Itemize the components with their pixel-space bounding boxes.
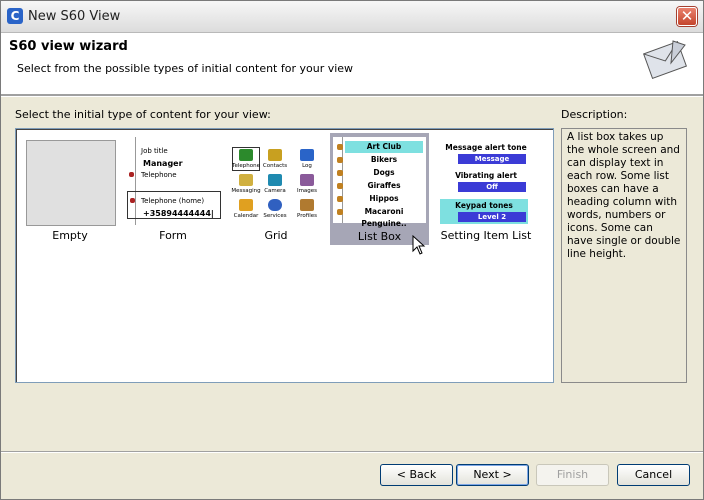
carbide-app-icon: C	[7, 8, 23, 24]
contacts-icon	[268, 149, 282, 161]
setting-value: Level 2	[458, 212, 526, 222]
wizard-window: C New S60 View ✕ S60 view wizard Select …	[0, 0, 704, 500]
listbox-row: Hippos	[369, 194, 399, 203]
wizard-subtitle: Select from the possible types of initia…	[17, 62, 354, 75]
form-number: +35894444444|	[143, 209, 214, 218]
grid-label: Telephone	[232, 163, 260, 169]
phone-icon	[130, 198, 135, 203]
form-job-title: Job title	[141, 147, 168, 155]
services-icon	[268, 199, 282, 211]
listbox-preview: Art Club Bikers Dogs Giraffes Hippos Mac…	[333, 137, 426, 228]
setting-value: Off	[458, 182, 526, 192]
setting-name: Keypad tones	[455, 201, 513, 210]
back-button[interactable]: < Back	[380, 464, 453, 486]
setting-item: Vibrating alert Off	[442, 171, 530, 192]
list-bullet-icon	[337, 209, 343, 215]
select-label: Select the initial type of content for y…	[15, 108, 271, 121]
empty-preview	[22, 137, 118, 227]
grid-label: Calendar	[233, 213, 259, 219]
setting-name: Vibrating alert	[455, 171, 517, 180]
listbox-row: Art Club	[345, 141, 423, 153]
envelope-wizard-icon	[643, 40, 688, 80]
setting-value: Message	[458, 154, 526, 164]
grid-preview: Telephone Contacts Log Messaging Camera …	[228, 137, 324, 227]
list-bullet-icon	[337, 157, 343, 163]
option-label: Grid	[264, 229, 288, 242]
option-list-box[interactable]: Art Club Bikers Dogs Giraffes Hippos Mac…	[330, 133, 429, 245]
list-bullet-icon	[337, 170, 343, 176]
form-preview: Job title Manager Telephone Telephone (h…	[125, 137, 221, 227]
wizard-title: S60 view wizard	[9, 39, 128, 54]
header-separator	[1, 95, 703, 97]
list-bullet-icon	[337, 196, 343, 202]
telephone-icon	[239, 149, 253, 161]
description-panel: A list box takes up the whole screen and…	[561, 128, 687, 383]
cancel-button[interactable]: Cancel	[617, 464, 690, 486]
grid-label: Services	[263, 213, 287, 219]
wizard-header: S60 view wizard Select from the possible…	[1, 33, 703, 95]
title-bar: C New S60 View ✕	[1, 1, 703, 33]
grid-label: Contacts	[262, 163, 288, 169]
form-telephone: Telephone	[141, 171, 177, 179]
phone-icon	[129, 172, 134, 177]
profiles-icon	[300, 199, 314, 211]
list-bullet-icon	[337, 144, 343, 150]
form-tel-home: Telephone (home)	[141, 197, 205, 205]
option-form[interactable]: Job title Manager Telephone Telephone (h…	[125, 135, 221, 243]
option-empty[interactable]: Empty	[22, 135, 118, 243]
grid-label: Log	[302, 163, 312, 169]
grid-label: Messaging	[231, 188, 261, 194]
list-bullet-icon	[337, 183, 343, 189]
setting-item-highlighted: Keypad tones Level 2	[440, 199, 528, 224]
next-button[interactable]: Next >	[456, 464, 529, 486]
form-manager: Manager	[143, 159, 183, 168]
calendar-icon	[239, 199, 253, 211]
finish-button[interactable]: Finish	[536, 464, 609, 486]
grid-label: Camera	[264, 188, 286, 194]
option-label: Empty	[52, 229, 88, 242]
mouse-pointer-icon	[412, 235, 426, 255]
listbox-row: Macaroni Penguine..	[361, 207, 407, 228]
description-label: Description:	[561, 108, 628, 121]
setting-name: Message alert tone	[445, 143, 527, 152]
listbox-row: Bikers	[370, 155, 398, 164]
setting-preview: Message alert tone Message Vibrating ale…	[436, 137, 536, 227]
listbox-row: Dogs	[373, 168, 395, 177]
content-type-list: Empty Job title Manager Telephone Teleph…	[15, 128, 554, 383]
grid-label: Images	[296, 188, 318, 194]
option-grid[interactable]: Telephone Contacts Log Messaging Camera …	[228, 135, 324, 243]
option-setting-item-list[interactable]: Message alert tone Message Vibrating ale…	[436, 135, 536, 243]
footer-separator	[1, 451, 703, 453]
option-label: Form	[159, 229, 187, 242]
grid-label: Profiles	[297, 213, 317, 219]
option-label: Setting Item List	[440, 229, 532, 242]
images-icon	[300, 174, 314, 186]
close-button[interactable]: ✕	[677, 7, 697, 26]
messaging-icon	[239, 174, 253, 186]
window-title: New S60 View	[28, 9, 121, 24]
camera-icon	[268, 174, 282, 186]
setting-item: Message alert tone Message	[442, 143, 530, 164]
listbox-row: Giraffes	[367, 181, 401, 190]
log-icon	[300, 149, 314, 161]
